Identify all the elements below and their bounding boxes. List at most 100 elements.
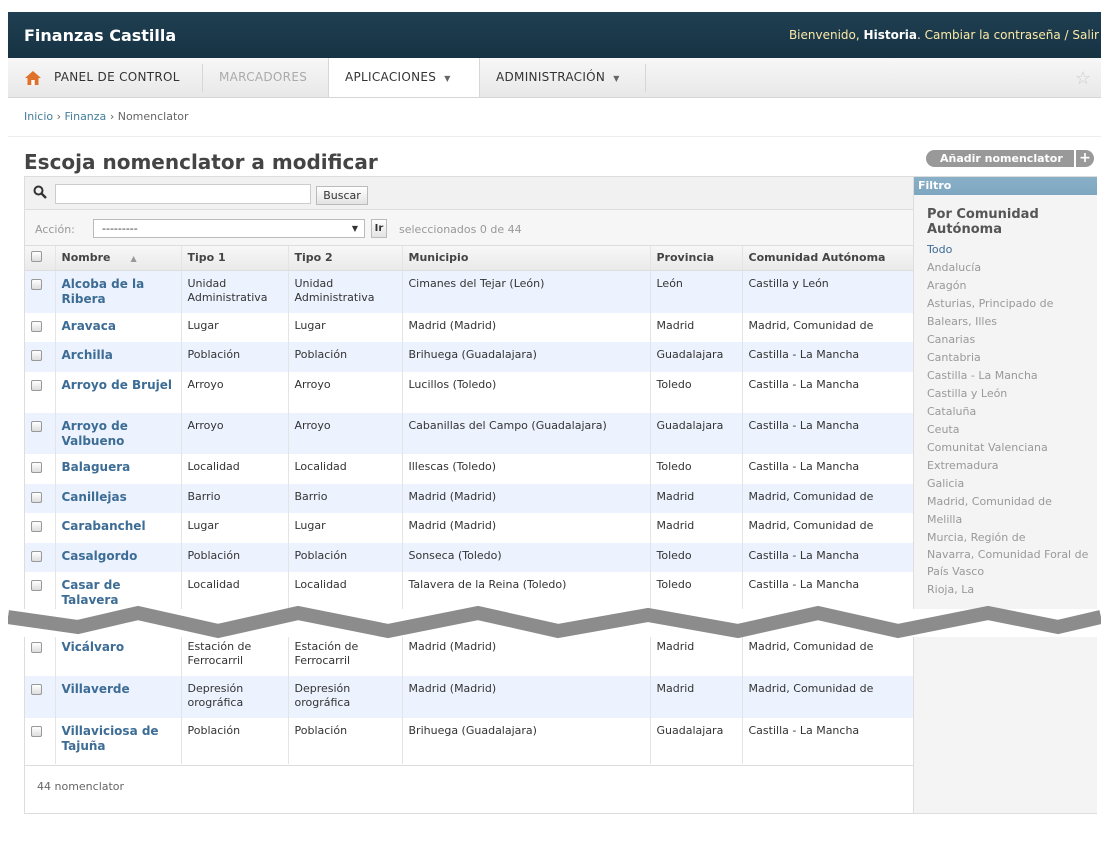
municipio-cell: Brihuega (Guadalajara): [402, 718, 651, 764]
municipio-cell: Illescas (Toledo): [402, 454, 651, 484]
row-checkbox[interactable]: [31, 642, 42, 653]
row-link[interactable]: Arroyo de Valbueno: [62, 419, 128, 448]
breadcrumb-current: Nomenclator: [117, 110, 189, 123]
actions-bar: Acción: --------- ▼ Ir seleccionados 0 d…: [25, 210, 913, 246]
column-header-municipio[interactable]: Municipio: [402, 246, 651, 271]
row-checkbox[interactable]: [31, 421, 42, 432]
comunidad-cell: Madrid, Comunidad de: [742, 676, 913, 718]
filter-option[interactable]: Madrid, Comunidad de: [927, 493, 1097, 511]
row-link[interactable]: Balaguera: [62, 460, 131, 474]
row-link[interactable]: Villaviciosa de Tajuña: [62, 724, 159, 753]
column-header-comunidad[interactable]: Comunidad Autónoma: [742, 246, 913, 271]
column-header-nombre[interactable]: Nombre ▲: [55, 246, 182, 271]
filter-option[interactable]: Cataluña: [927, 403, 1097, 421]
action-select-value: ---------: [102, 222, 138, 235]
provincia-cell: Guadalajara: [650, 413, 743, 454]
breadcrumb-app[interactable]: Finanza: [65, 110, 107, 123]
filter-option[interactable]: Balears, Illes: [927, 313, 1097, 331]
sort-ascending-icon[interactable]: ▲: [130, 254, 136, 263]
municipio-cell: Cimanes del Tejar (León): [402, 270, 651, 313]
column-header-tipo2[interactable]: Tipo 2: [288, 246, 403, 271]
filter-option[interactable]: Comunitat Valenciana: [927, 439, 1097, 457]
filter-options: Todo Andalucía Aragón Asturias, Principa…: [927, 241, 1097, 599]
menu-item-aplicaciones[interactable]: APLICACIONES ▼: [328, 58, 480, 97]
menu-item-panel-de-control[interactable]: PANEL DE CONTROL: [38, 58, 196, 97]
filter-option[interactable]: Rioja, La: [927, 581, 1097, 599]
provincia-cell: León: [650, 270, 743, 313]
row-link[interactable]: Casalgordo: [62, 549, 138, 563]
tipo2-cell: Unidad Administrativa: [288, 270, 403, 313]
tipo1-cell: Unidad Administrativa: [181, 270, 289, 313]
row-checkbox[interactable]: [31, 551, 42, 562]
table-row: Carabanchel Lugar Lugar Madrid (Madrid) …: [25, 513, 913, 543]
search-button[interactable]: Buscar: [316, 186, 368, 205]
logout-link[interactable]: Salir: [1072, 28, 1099, 42]
select-all-checkbox[interactable]: [31, 250, 42, 262]
row-select-cell: [25, 372, 56, 413]
row-select-cell: [25, 413, 56, 454]
row-checkbox[interactable]: [31, 492, 42, 503]
action-label: Acción:: [35, 223, 75, 236]
filter-option[interactable]: Asturias, Principado de: [927, 295, 1097, 313]
row-checkbox[interactable]: [31, 278, 42, 290]
screenshot-break-separator: [8, 605, 1101, 639]
filter-option[interactable]: Castilla y León: [927, 385, 1097, 403]
name-cell: Arroyo de Brujel: [55, 372, 182, 413]
chevron-down-icon: ▼: [444, 74, 451, 83]
column-header-tipo1[interactable]: Tipo 1: [181, 246, 289, 271]
filter-option[interactable]: Castilla - La Mancha: [927, 367, 1097, 385]
row-link[interactable]: Alcoba de la Ribera: [62, 277, 145, 306]
menu-item-marcadores[interactable]: MARCADORES: [203, 58, 323, 97]
breadcrumb-home[interactable]: Inicio: [24, 110, 53, 123]
filter-option[interactable]: Melilla: [927, 511, 1097, 529]
welcome-text: Bienvenido,: [788, 28, 860, 42]
filter-option[interactable]: Extremadura: [927, 457, 1097, 475]
row-link[interactable]: Carabanchel: [62, 519, 146, 533]
row-link[interactable]: Villaverde: [62, 682, 130, 696]
filter-option[interactable]: Cantabria: [927, 349, 1097, 367]
filter-option[interactable]: Galicia: [927, 475, 1097, 493]
tipo1-cell: Arroyo: [181, 372, 289, 413]
filter-option[interactable]: País Vasco: [927, 563, 1097, 581]
filter-option[interactable]: Canarias: [927, 331, 1097, 349]
tipo1-cell: Barrio: [181, 484, 289, 513]
site-brand[interactable]: Finanzas Castilla: [24, 26, 176, 45]
menu-item-aplicaciones-label: APLICACIONES: [345, 70, 437, 84]
row-checkbox[interactable]: [31, 462, 42, 473]
municipio-cell: Brihuega (Guadalajara): [402, 342, 651, 372]
tipo1-cell: Población: [181, 718, 289, 764]
row-checkbox[interactable]: [31, 726, 42, 737]
filter-option-todo[interactable]: Todo: [927, 241, 1097, 259]
row-link[interactable]: Canillejas: [62, 490, 127, 504]
tipo2-cell: Lugar: [288, 513, 403, 543]
row-select-cell: [25, 718, 56, 764]
row-checkbox[interactable]: [31, 321, 42, 332]
paginator-divider: [25, 765, 913, 766]
filter-option[interactable]: Aragón: [927, 277, 1097, 295]
name-cell: Arroyo de Valbueno: [55, 413, 182, 454]
row-checkbox[interactable]: [31, 350, 42, 361]
filter-option[interactable]: Murcia, Región de: [927, 529, 1097, 547]
row-link[interactable]: Arroyo de Brujel: [62, 378, 173, 392]
filter-option[interactable]: Ceuta: [927, 421, 1097, 439]
table-row: Villaviciosa de Tajuña Población Poblaci…: [25, 718, 913, 764]
go-button[interactable]: Ir: [371, 219, 387, 238]
row-checkbox[interactable]: [31, 521, 42, 532]
change-password-link[interactable]: Cambiar la contraseña: [925, 28, 1061, 42]
action-select[interactable]: --------- ▼: [93, 219, 365, 238]
search-input[interactable]: [55, 184, 311, 204]
filter-option[interactable]: Andalucía: [927, 259, 1097, 277]
row-link[interactable]: Aravaca: [62, 319, 116, 333]
menu-item-administracion[interactable]: ADMINISTRACIÓN ▼: [480, 58, 636, 97]
row-checkbox[interactable]: [31, 684, 42, 695]
row-link[interactable]: Archilla: [62, 348, 113, 362]
row-checkbox[interactable]: [31, 380, 42, 391]
add-nomenclator-button[interactable]: Añadir nomenclator +: [926, 150, 1094, 167]
provincia-cell: Guadalajara: [650, 342, 743, 372]
bookmark-star-icon[interactable]: ☆: [1075, 68, 1091, 89]
column-header-provincia[interactable]: Provincia: [650, 246, 743, 271]
tipo2-cell: Localidad: [288, 454, 403, 484]
row-checkbox[interactable]: [31, 580, 42, 591]
municipio-cell: Madrid (Madrid): [402, 676, 651, 718]
filter-option[interactable]: Navarra, Comunidad Foral de: [927, 547, 1097, 563]
